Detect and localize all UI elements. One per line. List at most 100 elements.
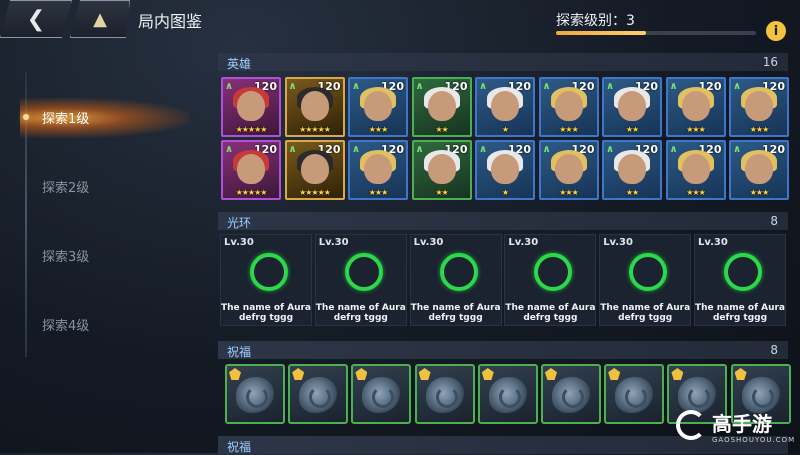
info-icon: i [773,23,779,39]
hero-stars: ★★★★★ [299,125,331,134]
hero-stars: ★★ [625,125,639,134]
aura-ring-icon [724,253,762,291]
hero-card[interactable]: ∧ 120 ★★★★★ [221,140,281,200]
hero-stars: ★★ [435,188,448,197]
hero-portrait [300,154,329,184]
hero-card[interactable]: ∧ 120 ★★★ [729,77,789,137]
blessing-badge-icon [481,368,494,380]
hero-card[interactable]: ∧ 120 ★★ [411,140,472,200]
hero-stars: ★★★ [559,188,579,197]
hero-card[interactable]: ∧ 120 ★ [475,77,535,137]
hero-portrait [364,154,392,184]
hero-portrait [364,91,392,121]
hero-card[interactable]: ∧ 120 ★★★ [348,77,408,137]
hero-card[interactable]: ∧ 120 ★★ [602,77,662,137]
hero-card[interactable]: ∧ 120 ★★★★★ [284,140,345,200]
aura-section-title: 光环 [227,216,252,230]
sidebar-item-level-2[interactable]: 探索2级 [42,177,89,196]
watermark-url: GAOSHOUYOU.COM [712,436,796,444]
blessing-badge-icon [355,368,368,380]
aura-card[interactable]: Lv.30 The name of Aura defrg tggg [314,234,407,326]
hero-card[interactable]: ∧ 120 ★★★ [665,140,726,200]
hero-stars: ★★★ [368,188,389,197]
blessing-badge-icon [734,368,747,380]
heroes-section-count: 16 [762,55,778,69]
hero-portrait [427,154,456,184]
sidebar-item-level-4[interactable]: 探索4级 [42,315,89,334]
blessing-section-title: 祝福 [227,345,252,359]
aura-name: The name of Aura defrg tggg [410,303,501,323]
rank-chevron-icon: ∧ [669,144,678,155]
rank-chevron-icon: ∧ [352,81,361,92]
hero-card[interactable]: ∧ 120 ★★★★★ [221,77,281,137]
hero-portrait [618,154,646,184]
heroes-section-title: 英雄 [227,57,252,71]
aura-ring-icon [629,253,668,291]
rank-chevron-icon: ∧ [288,144,297,155]
hero-card[interactable]: ∧ 120 ★★ [411,77,472,137]
hero-stars: ★★ [435,125,448,134]
blessing-badge-icon [671,368,684,380]
active-tab-dot [23,114,29,120]
hero-card[interactable]: ∧ 120 ★★★ [348,140,408,200]
watermark-brand: 高手游 [712,412,772,436]
watermark-logo: 高手游 GAOSHOUYOU.COM [676,408,794,448]
arena-home-icon: ▲ [93,8,107,30]
blessing-card[interactable] [541,364,601,424]
aura-card[interactable]: Lv.30 The name of Aura defrg tggg [409,234,502,326]
hero-portrait [681,91,710,121]
blessing-card[interactable] [477,364,538,424]
aura-level: Lv.30 [698,237,728,248]
aura-card[interactable]: Lv.30 The name of Aura defrg tggg [220,234,312,326]
hero-stars: ★ [501,188,509,197]
hero-stars: ★★★★★ [235,125,268,134]
aura-card[interactable]: Lv.30 The name of Aura defrg tggg [599,234,692,326]
hero-stars: ★★ [625,188,639,197]
aura-card[interactable]: Lv.30 The name of Aura defrg tggg [504,234,597,326]
hero-portrait [554,154,583,184]
hero-card[interactable]: ∧ 120 ★★ [602,140,662,200]
aura-name: The name of Aura defrg tggg [315,303,406,323]
hero-card[interactable]: ∧ 120 ★★★ [729,140,789,200]
sidebar-item-level-3[interactable]: 探索3级 [42,246,89,265]
hero-portrait [618,91,646,121]
aura-name: The name of Aura defrg tggg [600,303,691,323]
watermark-g-icon [676,410,706,440]
exploration-progress-fill [556,31,646,35]
hero-card[interactable]: ∧ 120 ★★★ [538,140,599,200]
blessing-swirl-icon [498,386,521,408]
hero-card[interactable]: ∧ 120 ★★★ [665,77,726,137]
hero-portrait [491,154,519,184]
hero-stars: ★★★ [749,188,770,197]
info-button[interactable]: i [766,21,786,41]
aura-card[interactable]: Lv.30 The name of Aura defrg tggg [694,234,786,326]
blessing-swirl-icon [435,386,458,408]
blessing-swirl-icon [562,386,584,408]
hero-card[interactable]: ∧ 120 ★★★ [538,77,599,137]
sidebar-item-level-1[interactable]: 探索1级 [42,108,89,127]
back-button[interactable]: ❮ [0,0,72,38]
exploration-level-label: 探索级别：3 [556,13,635,29]
aura-level: Lv.30 [413,237,444,248]
blessing-card[interactable] [351,364,412,424]
blessing-card[interactable] [225,364,285,424]
hero-card[interactable]: ∧ 120 ★ [475,140,535,200]
hero-card[interactable]: ∧ 120 ★★★★★ [284,77,345,137]
aura-level: Lv.30 [224,237,254,248]
aura-ring-icon [344,253,383,291]
blessing-badge-icon [292,368,305,380]
hero-portrait [491,91,519,121]
hero-portrait [745,154,773,184]
rank-chevron-icon: ∧ [733,81,742,92]
blessing-card[interactable] [414,364,475,424]
blessing-badge-icon [545,368,557,380]
page-title: 局内图鉴 [138,12,203,31]
blessing-card[interactable] [604,364,665,424]
hero-stars: ★★★ [559,125,579,134]
blessing-card[interactable] [288,364,349,424]
rank-chevron-icon: ∧ [733,144,742,155]
home-button[interactable]: ▲ [70,0,130,38]
rank-chevron-icon: ∧ [542,81,551,92]
rank-chevron-icon: ∧ [415,81,424,92]
hero-portrait [745,91,773,121]
